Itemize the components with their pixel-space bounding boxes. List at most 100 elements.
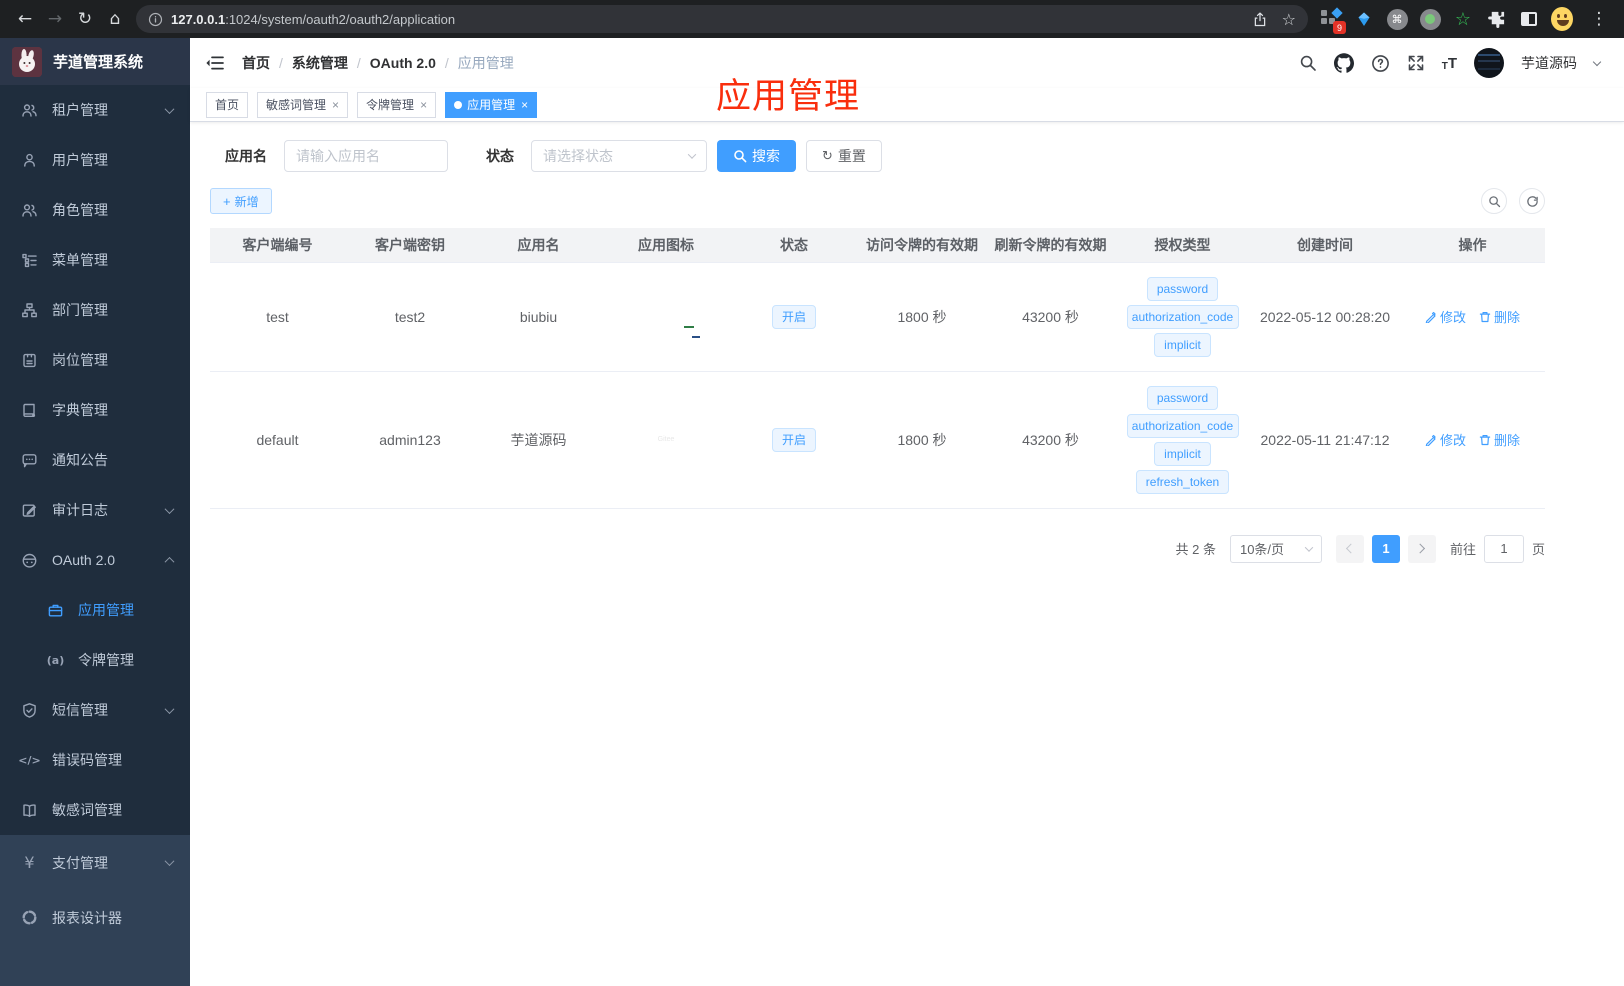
sidebar-item-role[interactable]: 角色管理 [0, 185, 190, 235]
refresh-table-button[interactable] [1519, 188, 1545, 214]
page-number-1[interactable]: 1 [1371, 534, 1400, 563]
sidebar-item-oauth-application[interactable]: 应用管理 [0, 585, 190, 635]
username[interactable]: 芋道源码 [1521, 53, 1577, 73]
address-bar[interactable]: 127.0.0.1:1024/system/oauth2/oauth2/appl… [136, 5, 1308, 33]
sidebar-item-report-designer[interactable]: 报表设计器 [0, 890, 190, 945]
org-chart-icon [21, 302, 38, 319]
page-content: 应用名 状态 请选择状态 搜索 ↻ 重置 [190, 122, 1545, 563]
delete-button[interactable]: 删除 [1479, 430, 1520, 449]
split-view-icon[interactable] [1518, 8, 1540, 30]
sidebar-item-dict[interactable]: 字典管理 [0, 385, 190, 435]
robot-icon [21, 552, 38, 569]
user-avatar[interactable] [1474, 48, 1504, 78]
reset-button[interactable]: ↻ 重置 [806, 140, 882, 172]
cell-client-id: default [256, 431, 299, 448]
bookmark-star-icon[interactable]: ☆ [1282, 4, 1296, 34]
font-size-icon[interactable]: TT [1442, 55, 1457, 72]
edit-button[interactable]: 修改 [1425, 307, 1466, 326]
cell-access-ttl: 1800 秒 [897, 431, 947, 448]
pencil-icon [1425, 311, 1436, 323]
sidebar-item-oauth[interactable]: OAuth 2.0 [0, 535, 190, 585]
sidebar-item-audit-log[interactable]: 审计日志 [0, 485, 190, 535]
edit-button[interactable]: 修改 [1425, 430, 1466, 449]
tab-application[interactable]: 应用管理 × [445, 91, 538, 118]
sidebar-item-sms[interactable]: 短信管理 [0, 685, 190, 735]
close-icon[interactable]: × [332, 99, 339, 111]
extension-star-icon[interactable]: ☆ [1452, 8, 1474, 30]
browser-menu-icon[interactable]: ⋮ [1584, 4, 1614, 34]
sidebar-item-dept[interactable]: 部门管理 [0, 285, 190, 335]
extensions-strip: 9 ⌘ ☆ ⋮ [1320, 4, 1614, 34]
breadcrumb-home[interactable]: 首页 [242, 53, 270, 73]
sidebar-item-sensitive-word[interactable]: 敏感词管理 [0, 785, 190, 835]
collapse-sidebar-icon[interactable] [205, 54, 225, 72]
site-info-icon[interactable] [148, 12, 163, 27]
tab-sensitive-word[interactable]: 敏感词管理 × [257, 91, 349, 118]
back-icon[interactable]: ← [10, 4, 40, 34]
goto-page-input[interactable] [1483, 534, 1524, 563]
token-icon: (a) [46, 653, 65, 667]
extensions-puzzle-icon[interactable] [1485, 8, 1507, 30]
prev-page-button[interactable] [1335, 534, 1364, 563]
total-count: 共 2 条 [1175, 542, 1216, 557]
sidebar-item-user[interactable]: 用户管理 [0, 135, 190, 185]
sidebar-item-notice[interactable]: 通知公告 [0, 435, 190, 485]
search-button[interactable]: 搜索 [717, 140, 796, 172]
toggle-search-button[interactable] [1481, 188, 1507, 214]
reload-icon[interactable]: ↻ [70, 4, 100, 34]
goto-label: 前往 [1449, 542, 1476, 557]
sidebar-item-errorcode[interactable]: </> 错误码管理 [0, 735, 190, 785]
sidebar-item-menu[interactable]: 菜单管理 [0, 235, 190, 285]
github-icon[interactable] [1333, 53, 1354, 73]
tab-token[interactable]: 令牌管理 × [357, 91, 437, 118]
share-icon[interactable] [1252, 11, 1268, 28]
user-icon [21, 152, 38, 169]
role-users-icon [21, 202, 38, 219]
app-name-input[interactable] [284, 140, 448, 172]
refresh-icon: ↻ [822, 148, 833, 164]
sidebar: 芋道管理系统 租户管理 用户管理 角色管理 菜单管理 部门管理 岗位管理 字典管… [0, 38, 190, 986]
extension-command-icon[interactable]: ⌘ [1386, 8, 1408, 30]
profile-avatar[interactable] [1551, 7, 1573, 31]
cell-app-name: biubiu [519, 308, 558, 325]
chevron-down-icon [1304, 542, 1314, 552]
cell-access-ttl: 1800 秒 [897, 308, 947, 325]
breadcrumb-oauth[interactable]: OAuth 2.0 [370, 55, 436, 71]
caret-down-icon[interactable] [1592, 57, 1602, 66]
close-icon[interactable]: × [521, 99, 528, 111]
col-refresh-ttl: 刷新令牌的有效期 [986, 228, 1115, 262]
header-search-icon[interactable] [1299, 54, 1317, 72]
emoji-avatar-icon [1551, 7, 1573, 31]
users-icon [21, 102, 38, 119]
home-icon[interactable]: ⌂ [100, 4, 130, 34]
chevron-down-icon [164, 503, 175, 514]
col-client-id: 客户端编号 [210, 228, 345, 262]
table-toolbar: + 新增 [210, 188, 1545, 214]
extension-recorder-icon[interactable] [1419, 8, 1441, 30]
next-page-button[interactable] [1407, 534, 1436, 563]
forward-icon[interactable]: → [40, 4, 70, 34]
sidebar-item-post[interactable]: 岗位管理 [0, 335, 190, 385]
fullscreen-icon[interactable] [1407, 54, 1425, 72]
tab-home[interactable]: 首页 [206, 91, 249, 118]
app-logo: 芋道管理系统 [0, 38, 190, 85]
status-select[interactable]: 请选择状态 [531, 140, 707, 172]
cell-client-secret: test2 [394, 308, 426, 325]
sidebar-item-payment[interactable]: ¥ 支付管理 [0, 835, 190, 890]
pagination: 共 2 条 10条/页 1 前往 页 [210, 534, 1545, 563]
extension-gem-icon[interactable] [1353, 8, 1375, 30]
extension-badge: 9 [1333, 21, 1346, 34]
add-button[interactable]: + 新增 [210, 188, 272, 214]
yen-icon: ¥ [24, 853, 35, 872]
delete-button[interactable]: 删除 [1479, 307, 1520, 326]
close-icon[interactable]: × [420, 99, 427, 111]
help-icon[interactable] [1371, 54, 1390, 73]
sidebar-item-oauth-token[interactable]: (a) 令牌管理 [0, 635, 190, 685]
page-size-select[interactable]: 10条/页 [1229, 534, 1322, 563]
extension-grid-icon[interactable]: 9 [1320, 7, 1346, 34]
app-name-label: 应用名 [225, 148, 267, 164]
breadcrumb-system[interactable]: 系统管理 [292, 53, 348, 73]
col-app-icon: 应用图标 [602, 228, 730, 262]
table-row: test test2 biubiu 开启 1800 秒 43200 秒 pass… [210, 261, 1545, 372]
sidebar-item-tenant[interactable]: 租户管理 [0, 85, 190, 135]
